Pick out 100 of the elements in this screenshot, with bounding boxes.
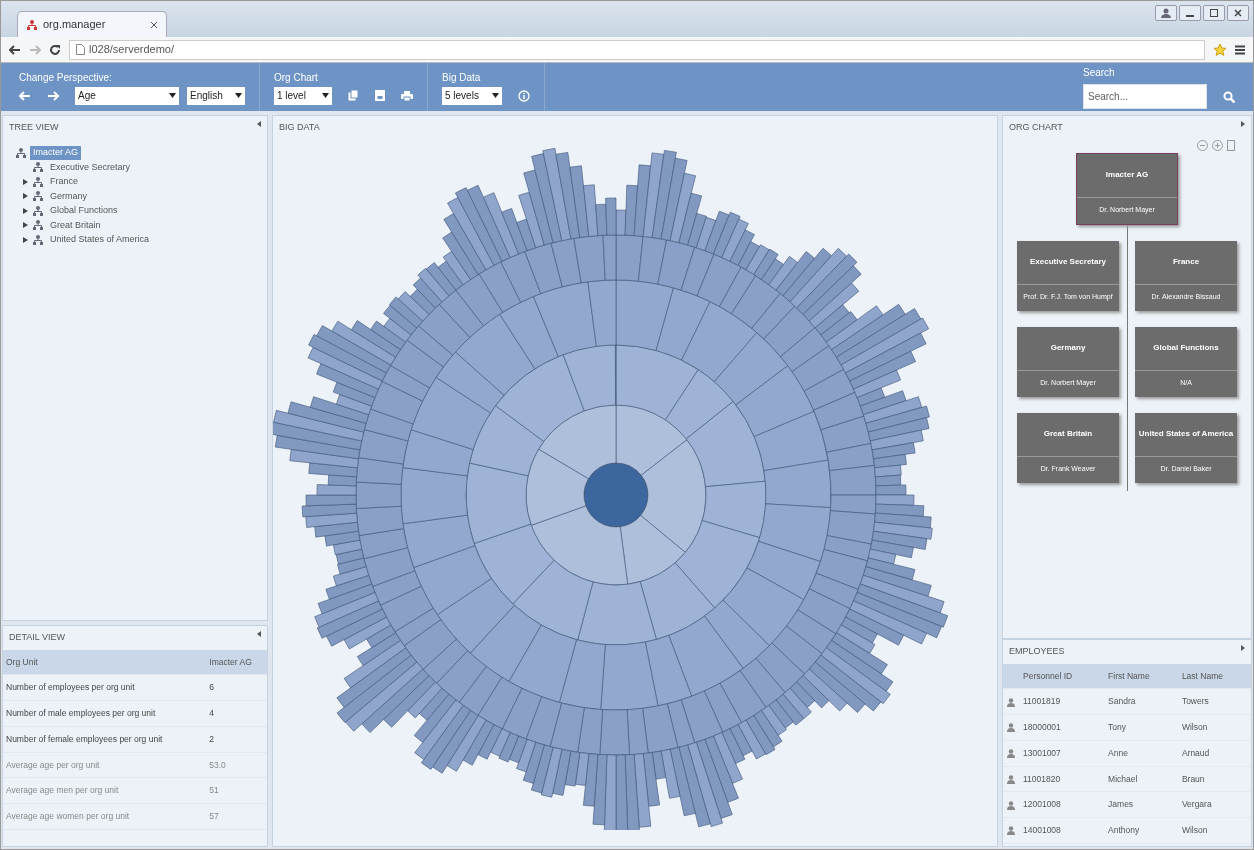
minimize-button[interactable] — [1179, 5, 1201, 21]
table-cell: Michael — [1104, 766, 1178, 792]
close-icon[interactable] — [150, 20, 158, 29]
table-cell: Arnaud — [1177, 740, 1251, 766]
unit-name: Global Functions — [1135, 326, 1237, 371]
select-value: English — [190, 89, 223, 103]
table-cell: Wilson — [1177, 817, 1251, 844]
reload-icon[interactable] — [49, 43, 61, 56]
table-cell: Average age women per org unit — [3, 803, 207, 830]
expand-arrow-icon[interactable] — [23, 178, 29, 185]
close-button[interactable] — [1227, 5, 1249, 21]
person-icon — [1007, 774, 1015, 784]
collapse-arrow-icon[interactable] — [257, 121, 261, 127]
maximize-icon — [1210, 9, 1218, 17]
column-header: First Name — [1104, 663, 1178, 689]
star-icon[interactable] — [1213, 42, 1227, 57]
language-select[interactable]: English — [187, 86, 245, 105]
address-bar[interactable]: l028/serverdemo/ — [69, 39, 1205, 60]
org-unit-icon — [32, 175, 44, 188]
level-select[interactable]: 1 level — [274, 86, 332, 105]
panel-title: DETAIL VIEW — [9, 631, 65, 644]
person-icon — [1007, 723, 1015, 733]
person-icon — [1007, 800, 1015, 810]
unit-name: France — [1135, 240, 1237, 285]
expand-arrow-icon[interactable] — [23, 193, 29, 200]
table-cell: Anne — [1104, 740, 1178, 766]
user-button[interactable] — [1155, 5, 1177, 21]
browser-tab[interactable]: org.manager — [17, 11, 167, 37]
table-cell: 57 — [206, 803, 267, 830]
page-icon — [76, 44, 85, 55]
table-cell: Braun — [1177, 766, 1251, 792]
toolbar-group-label: Big Data — [442, 70, 482, 85]
expand-arrow-icon[interactable] — [23, 236, 29, 243]
table-cell: Wilson — [1177, 714, 1251, 741]
maximize-button[interactable] — [1203, 5, 1225, 21]
table-cell: Sandra — [1104, 688, 1178, 715]
select-value: Age — [78, 89, 96, 103]
collapse-arrow-icon[interactable] — [1241, 121, 1245, 127]
collapse-arrow-icon[interactable] — [1241, 645, 1245, 651]
tab-title: org.manager — [43, 17, 107, 33]
back-arrow-icon[interactable] — [9, 44, 21, 55]
panel-title: BIG DATA — [279, 121, 320, 134]
unit-name: United States of America — [1135, 412, 1237, 457]
unit-name: Great Britain — [1017, 412, 1119, 457]
tree-item[interactable]: Great Britain — [47, 218, 104, 232]
tree-item[interactable]: Executive Secretary — [47, 160, 134, 174]
expand-arrow-icon[interactable] — [23, 207, 29, 214]
column-header: Last Name — [1177, 663, 1251, 689]
tree-item[interactable]: Global Functions — [47, 204, 121, 218]
table-cell: Vergara — [1177, 791, 1251, 818]
info-icon[interactable] — [518, 89, 530, 102]
org-unit-icon — [32, 233, 44, 246]
table-cell: Tony — [1104, 714, 1178, 741]
panel-title: TREE VIEW — [9, 121, 59, 134]
person-icon — [1007, 749, 1015, 758]
org-unit-icon — [32, 219, 44, 232]
search-icon[interactable] — [1223, 90, 1235, 103]
close-icon — [1234, 9, 1242, 17]
tree-item[interactable]: United States of America — [47, 233, 153, 247]
table-header: Org Unit — [3, 649, 207, 675]
save-icon[interactable] — [375, 90, 385, 101]
expand-arrow-icon[interactable] — [23, 222, 29, 229]
print-icon[interactable] — [401, 90, 413, 101]
panel-title: ORG CHART — [1009, 121, 1063, 134]
dropdown-caret-icon — [169, 93, 176, 98]
table-header: Imacter AG — [206, 649, 267, 675]
unit-name: Germany — [1017, 326, 1119, 371]
tree-item[interactable]: France — [47, 175, 81, 189]
perspective-select[interactable]: Age — [75, 86, 179, 105]
org-unit-icon — [15, 146, 27, 159]
person-icon — [1007, 697, 1015, 707]
table-cell: 51 — [206, 777, 267, 804]
table-cell: 18000001 — [1019, 714, 1105, 741]
search-label: Search — [1083, 66, 1116, 80]
dropdown-caret-icon — [322, 93, 329, 98]
org-unit-icon — [32, 190, 44, 203]
table-cell: Average age men per org unit — [3, 777, 207, 804]
org-unit-icon — [32, 161, 44, 174]
search-field[interactable]: Search... — [1083, 84, 1207, 109]
table-cell: Anthony — [1104, 817, 1178, 844]
table-cell: Number of male employees per org unit — [3, 700, 207, 727]
table-cell: 53.0 — [206, 752, 267, 778]
unit-name: Executive Secretary — [1017, 240, 1119, 285]
level-select[interactable]: 5 levels — [442, 86, 502, 105]
panel-title: EMPLOYEES — [1009, 645, 1065, 658]
person-icon — [1007, 826, 1015, 836]
table-cell: 12001008 — [1019, 791, 1105, 818]
table-cell: Average age per org unit — [3, 752, 207, 778]
table-cell: Number of employees per org unit — [3, 674, 207, 701]
table-cell: 14001008 — [1019, 817, 1105, 844]
collapse-arrow-icon[interactable] — [257, 631, 261, 637]
dropdown-caret-icon — [492, 93, 499, 98]
table-cell: Number of female employees per org unit — [3, 726, 207, 752]
select-value: 1 level — [277, 89, 306, 103]
table-cell: 11001819 — [1019, 688, 1105, 715]
tree-item[interactable]: Germany — [47, 189, 90, 203]
copy-icon[interactable] — [348, 90, 359, 101]
menu-icon[interactable] — [1235, 44, 1245, 55]
dropdown-caret-icon — [235, 93, 242, 98]
select-value: 5 levels — [445, 89, 479, 103]
